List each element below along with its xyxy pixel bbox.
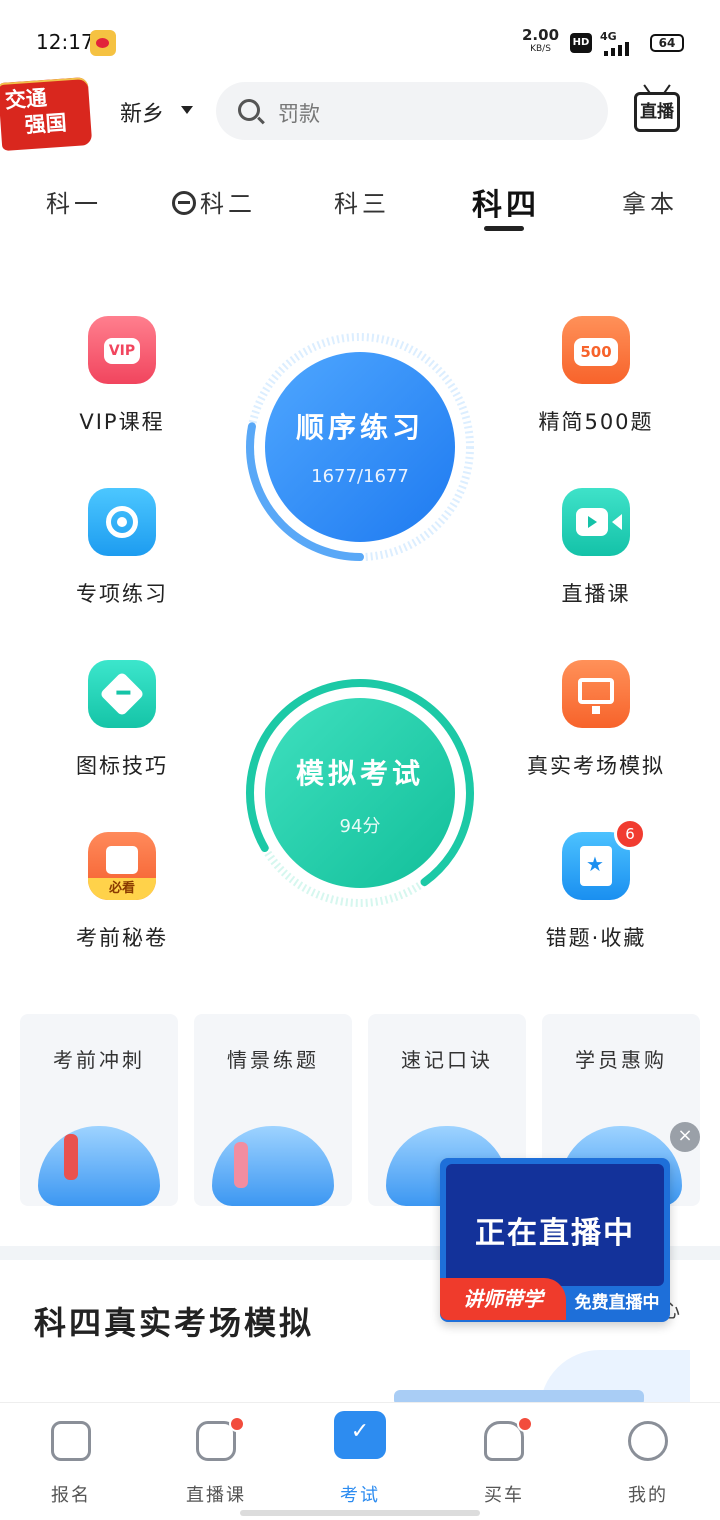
live-course-item[interactable]: 直播课: [506, 488, 686, 608]
nav-exam-label: 考试: [340, 1485, 380, 1506]
notification-dot: [229, 1416, 245, 1432]
card-scenario[interactable]: 情景练题: [194, 1014, 352, 1206]
must-see-tag: 必看: [88, 878, 156, 900]
target-icon: [88, 488, 156, 556]
mock-score: 94分: [339, 816, 381, 837]
teacher-tag: 讲师带学: [440, 1278, 566, 1320]
floating-live-banner[interactable]: 正在直播中 讲师带学 免费直播中: [440, 1158, 670, 1322]
nav-mine[interactable]: 我的: [603, 1421, 693, 1507]
tab-ke2[interactable]: 科二: [172, 184, 256, 219]
card-sprint[interactable]: 考前冲刺: [20, 1014, 178, 1206]
live-tv-button[interactable]: 直播: [634, 92, 680, 132]
vip-course-label: VIP课程: [79, 410, 165, 434]
nav-signup-label: 报名: [51, 1485, 91, 1506]
runner-figure: [234, 1142, 248, 1188]
notification-dot: [517, 1416, 533, 1432]
car-icon: [484, 1416, 533, 1461]
tv-icon: [196, 1416, 245, 1461]
nav-signup[interactable]: 报名: [26, 1421, 116, 1507]
nav-live-label: 直播课: [186, 1485, 246, 1506]
nav-live[interactable]: 直播课: [171, 1416, 261, 1507]
secret-paper-item[interactable]: 必看 考前秘卷: [32, 832, 212, 952]
wrong-collect-item[interactable]: 6 错题·收藏: [506, 818, 686, 952]
monitor-icon: [562, 660, 630, 728]
tab-ke2-label: 科二: [200, 190, 256, 218]
bottom-nav: 报名 直播课 考试 买车 我的: [0, 1402, 720, 1520]
tab-ke1[interactable]: 科一: [46, 184, 102, 219]
signup-icon: [51, 1421, 91, 1461]
active-tab-indicator: [484, 226, 524, 231]
section-title: 科四真实考场模拟: [34, 1304, 315, 1342]
traffic-badge[interactable]: 交通 强国: [0, 76, 93, 152]
hd-icon: HD: [570, 33, 592, 53]
500-icon: 500: [562, 316, 630, 384]
rocket-illustration: [38, 1126, 160, 1206]
secret-paper-label: 考前秘卷: [76, 926, 168, 950]
secret-paper-icon: 必看: [88, 832, 156, 900]
mock-title: 模拟考试: [295, 757, 424, 790]
special-practice-label: 专项练习: [76, 582, 168, 606]
badge-line2: 强国: [23, 110, 68, 138]
sequence-title: 顺序练习: [295, 411, 424, 444]
nav-buycar[interactable]: 买车: [459, 1416, 549, 1507]
status-time: 12:17: [36, 30, 94, 54]
wrong-count-badge: 6: [614, 818, 646, 850]
tab-naben[interactable]: 拿本: [622, 184, 678, 219]
weibo-icon: [90, 30, 116, 56]
subject-tabs: 科一 科二 科三 科四 拿本: [0, 180, 720, 230]
status-bar: 12:17 2.00 KB/S HD 4G 64: [0, 0, 720, 80]
500-icon-text: 500: [574, 338, 618, 366]
close-icon[interactable]: ×: [670, 1122, 700, 1152]
real-exam-sim-item[interactable]: 真实考场模拟: [506, 660, 686, 780]
road-sign-icon: [88, 660, 156, 728]
search-bar[interactable]: 罚款: [216, 82, 608, 140]
badge-line1: 交通: [4, 85, 48, 113]
nav-mine-label: 我的: [628, 1485, 668, 1506]
nav-buycar-label: 买车: [484, 1485, 524, 1506]
jingjian-500-item[interactable]: 500 精简500题: [506, 316, 686, 436]
caret-down-icon[interactable]: [181, 106, 193, 114]
jingjian-500-label: 精简500题: [538, 410, 654, 434]
sign-tips-label: 图标技巧: [76, 754, 168, 778]
battery-icon: 64: [650, 34, 684, 52]
road-sign-illustration: [212, 1126, 334, 1206]
speed-unit: KB/S: [530, 44, 551, 54]
search-icon: [238, 99, 260, 121]
live-banner-screen: 正在直播中: [446, 1164, 664, 1286]
real-exam-sim-label: 真实考场模拟: [527, 754, 665, 778]
vip-course-item[interactable]: VIP VIP课程: [32, 316, 212, 436]
live-course-label: 直播课: [561, 582, 631, 606]
sequence-progress: 1677/1677: [311, 466, 409, 487]
mock-exam-button[interactable]: 模拟考试 94分: [245, 678, 475, 908]
tab-ke4[interactable]: 科四: [472, 180, 540, 224]
vip-icon-text: VIP: [104, 338, 140, 364]
wrong-collect-label: 错题·收藏: [545, 926, 647, 950]
nav-exam[interactable]: 考试: [315, 1411, 405, 1507]
vip-icon: VIP: [88, 316, 156, 384]
network-speed: 2.00 KB/S: [522, 28, 559, 56]
card-sprint-title: 考前冲刺: [53, 1048, 145, 1072]
exam-folder-icon: [334, 1411, 386, 1459]
sequence-practice-button[interactable]: 顺序练习 1677/1677: [245, 332, 475, 562]
city-selector[interactable]: 新乡: [120, 96, 164, 128]
video-icon: [562, 488, 630, 556]
live-banner-text: 正在直播中: [475, 1216, 635, 1251]
tab-ke3[interactable]: 科三: [334, 184, 390, 219]
search-input[interactable]: 罚款: [278, 98, 320, 128]
card-discount-title: 学员惠购: [575, 1048, 667, 1072]
smile-icon: [628, 1421, 668, 1461]
free-live-tag: 免费直播中: [574, 1293, 660, 1313]
steering-wheel-icon: [172, 191, 196, 215]
signal-icon: [604, 42, 634, 56]
card-scenario-title: 情景练题: [227, 1048, 319, 1072]
card-mnemonic-title: 速记口诀: [401, 1048, 493, 1072]
sign-tips-item[interactable]: 图标技巧: [32, 660, 212, 780]
person-figure: [64, 1134, 78, 1180]
home-indicator: [240, 1510, 480, 1516]
bookmark-star-icon: 6: [562, 818, 646, 900]
special-practice-item[interactable]: 专项练习: [32, 488, 212, 608]
